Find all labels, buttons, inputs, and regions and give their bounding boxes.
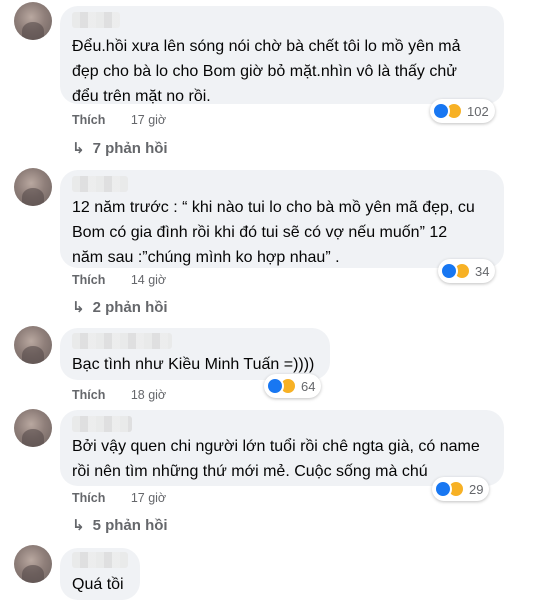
comment-meta: Thích 17 giờ xyxy=(72,113,166,127)
commenter-name-blurred[interactable] xyxy=(72,552,128,568)
reply-arrow-icon: ↳ xyxy=(72,517,85,534)
like-link[interactable]: Thích xyxy=(72,388,105,402)
avatar[interactable] xyxy=(14,326,52,364)
reaction-summary[interactable]: 102 xyxy=(430,99,495,123)
comment-timestamp[interactable]: 18 giờ xyxy=(131,388,166,402)
comment-meta: Thích 18 giờ xyxy=(72,388,166,402)
commenter-name-blurred[interactable] xyxy=(72,416,132,432)
comment-meta: Thích 17 giờ xyxy=(72,491,166,505)
comment-text: 12 năm trước : “ khi nào tui lo cho bà m… xyxy=(72,199,475,266)
like-icon xyxy=(434,480,452,498)
reaction-count: 64 xyxy=(301,378,316,394)
like-icon xyxy=(440,262,458,280)
reaction-summary[interactable]: 29 xyxy=(432,477,490,501)
commenter-name-blurred[interactable] xyxy=(72,176,128,192)
replies-count[interactable]: 5 phản hồi xyxy=(93,517,168,534)
reaction-summary[interactable]: 34 xyxy=(438,259,496,283)
reaction-count: 102 xyxy=(467,103,489,119)
avatar[interactable] xyxy=(14,409,52,447)
like-icon xyxy=(266,377,284,395)
avatar[interactable] xyxy=(14,168,52,206)
comment-timestamp[interactable]: 14 giờ xyxy=(131,273,166,287)
comment-text: Quá tồi xyxy=(72,576,124,593)
comment-text: Bởi vậy quen chi người lớn tuổi rồi chê … xyxy=(72,438,480,480)
like-icon xyxy=(432,102,450,120)
reply-arrow-icon: ↳ xyxy=(72,140,85,157)
reaction-count: 29 xyxy=(469,481,484,497)
reply-arrow-icon: ↳ xyxy=(72,299,85,316)
commenter-name-blurred[interactable] xyxy=(72,333,172,349)
replies-count[interactable]: 7 phản hồi xyxy=(93,140,168,157)
view-replies-link[interactable]: ↳ 7 phản hồi xyxy=(72,139,168,158)
like-link[interactable]: Thích xyxy=(72,273,105,287)
avatar[interactable] xyxy=(14,545,52,583)
comment-timestamp[interactable]: 17 giờ xyxy=(131,113,166,127)
reaction-summary[interactable]: 64 xyxy=(264,374,322,398)
replies-count[interactable]: 2 phản hồi xyxy=(93,299,168,316)
reaction-count: 34 xyxy=(475,263,490,279)
view-replies-link[interactable]: ↳ 5 phản hồi xyxy=(72,516,168,535)
like-link[interactable]: Thích xyxy=(72,113,105,127)
avatar[interactable] xyxy=(14,2,52,40)
view-replies-link[interactable]: ↳ 2 phản hồi xyxy=(72,298,168,317)
comment-meta: Thích 14 giờ xyxy=(72,273,166,287)
comment-timestamp[interactable]: 17 giờ xyxy=(131,491,166,505)
commenter-name-blurred[interactable] xyxy=(72,12,120,28)
like-link[interactable]: Thích xyxy=(72,491,105,505)
comment-text: Đểu.hồi xưa lên sóng nói chờ bà chết tôi… xyxy=(72,38,461,105)
